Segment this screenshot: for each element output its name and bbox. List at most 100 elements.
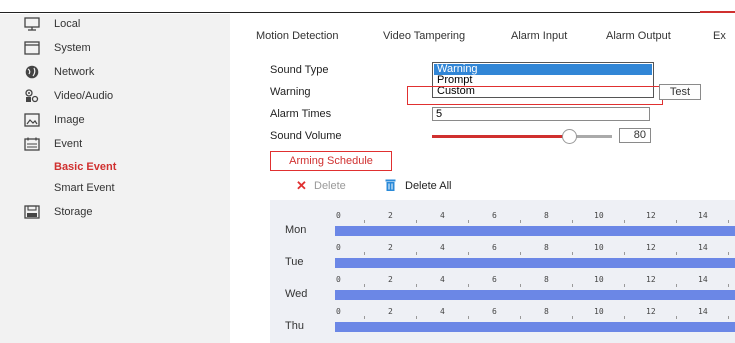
- hour-tick-label: 0: [336, 275, 341, 284]
- sidebar-subitem-label: Basic Event: [54, 161, 117, 173]
- trash-icon: [385, 179, 396, 191]
- hour-tick-mark: [572, 252, 573, 255]
- sidebar-subitem-label: Smart Event: [54, 182, 115, 194]
- sidebar: Local System Network Video/Audio Image E…: [0, 14, 230, 343]
- hour-tick-mark: [520, 220, 521, 223]
- hour-tick-label: 14: [698, 243, 708, 252]
- hour-tick-label: 4: [440, 307, 445, 316]
- sidebar-item-label: Storage: [54, 206, 93, 218]
- volume-slider-handle[interactable]: [562, 129, 577, 144]
- hour-tick-mark: [728, 284, 729, 287]
- sound-volume-field[interactable]: 80: [619, 128, 651, 143]
- tab-exception[interactable]: Ex: [713, 30, 726, 42]
- sidebar-item-system[interactable]: System: [0, 36, 230, 60]
- sound-volume-label: Sound Volume: [270, 130, 342, 142]
- video-audio-icon: [25, 89, 39, 103]
- hour-tick-label: 10: [594, 275, 604, 284]
- schedule-bar-wed[interactable]: [335, 290, 735, 300]
- day-label-wed: Wed: [285, 288, 308, 300]
- hour-tick-mark: [468, 284, 469, 287]
- delete-x-icon: ✕: [296, 178, 307, 193]
- hour-tick-label: 10: [594, 243, 604, 252]
- hour-tick-mark: [416, 284, 417, 287]
- day-label-thu: Thu: [285, 320, 304, 332]
- arming-schedule-tab[interactable]: Arming Schedule: [270, 151, 392, 171]
- hour-tick-mark: [416, 220, 417, 223]
- sidebar-item-image[interactable]: Image: [0, 108, 230, 132]
- sidebar-item-network[interactable]: Network: [0, 60, 230, 84]
- hour-tick-label: 8: [544, 275, 549, 284]
- hour-tick-label: 10: [594, 307, 604, 316]
- hour-tick-label: 14: [698, 275, 708, 284]
- hour-tick-mark: [468, 316, 469, 319]
- sidebar-item-label: Event: [54, 138, 83, 150]
- sound-type-label: Sound Type: [270, 64, 329, 76]
- hour-tick-label: 2: [388, 211, 393, 220]
- hour-tick-mark: [416, 316, 417, 319]
- hour-tick-label: 0: [336, 243, 341, 252]
- delete-all-button[interactable]: Delete All: [405, 180, 451, 192]
- hour-tick-mark: [624, 284, 625, 287]
- hour-tick-mark: [364, 252, 365, 255]
- hour-tick-label: 8: [544, 307, 549, 316]
- sidebar-item-label: Network: [54, 66, 95, 78]
- tab-video-tampering[interactable]: Video Tampering: [383, 30, 465, 42]
- sidebar-item-event[interactable]: Event: [0, 132, 230, 156]
- schedule-bar-tue[interactable]: [335, 258, 735, 268]
- hour-tick-mark: [676, 252, 677, 255]
- system-icon: [24, 41, 40, 55]
- warning-label: Warning: [270, 86, 311, 98]
- hour-tick-mark: [728, 316, 729, 319]
- sidebar-item-label: Local: [54, 18, 81, 30]
- sidebar-subitem-basic-event[interactable]: Basic Event: [0, 155, 230, 179]
- hour-tick-label: 6: [492, 275, 497, 284]
- delete-button[interactable]: Delete: [314, 180, 346, 192]
- hour-tick-mark: [572, 316, 573, 319]
- hour-tick-mark: [624, 220, 625, 223]
- sidebar-subitem-smart-event[interactable]: Smart Event: [0, 177, 230, 199]
- hour-tick-label: 8: [544, 211, 549, 220]
- tab-alarm-input[interactable]: Alarm Input: [511, 30, 567, 42]
- schedule-bar-mon[interactable]: [335, 226, 735, 236]
- hour-tick-label: 0: [336, 211, 341, 220]
- storage-icon: [24, 205, 40, 219]
- hour-tick-label: 4: [440, 211, 445, 220]
- hour-tick-label: 4: [440, 275, 445, 284]
- image-icon: [24, 113, 40, 127]
- hour-tick-label: 10: [594, 211, 604, 220]
- hour-tick-label: 14: [698, 211, 708, 220]
- alarm-times-label: Alarm Times: [270, 108, 332, 120]
- calendar-icon: [24, 137, 40, 151]
- hour-tick-label: 2: [388, 275, 393, 284]
- hour-tick-mark: [624, 316, 625, 319]
- volume-slider-fill: [432, 135, 568, 138]
- hour-tick-label: 0: [336, 307, 341, 316]
- hour-tick-mark: [468, 252, 469, 255]
- day-label-tue: Tue: [285, 256, 304, 268]
- sidebar-item-local[interactable]: Local: [0, 12, 230, 36]
- hour-tick-label: 14: [698, 307, 708, 316]
- hour-tick-mark: [572, 284, 573, 287]
- hour-tick-label: 12: [646, 211, 656, 220]
- hour-tick-label: 6: [492, 211, 497, 220]
- sidebar-item-label: Image: [54, 114, 85, 126]
- hour-tick-mark: [520, 252, 521, 255]
- hour-tick-mark: [416, 252, 417, 255]
- hour-tick-mark: [572, 220, 573, 223]
- hour-tick-mark: [364, 284, 365, 287]
- hour-tick-mark: [676, 220, 677, 223]
- hour-tick-label: 12: [646, 275, 656, 284]
- highlight-box: [407, 86, 663, 105]
- schedule-bar-thu[interactable]: [335, 322, 735, 332]
- hour-tick-mark: [676, 316, 677, 319]
- test-button[interactable]: Test: [659, 84, 701, 100]
- sidebar-item-storage[interactable]: Storage: [0, 200, 230, 224]
- day-label-mon: Mon: [285, 224, 307, 236]
- sidebar-item-video-audio[interactable]: Video/Audio: [0, 84, 230, 108]
- hour-tick-mark: [364, 220, 365, 223]
- tab-alarm-output[interactable]: Alarm Output: [606, 30, 671, 42]
- top-accent-line: [700, 11, 735, 13]
- alarm-times-field[interactable]: 5: [432, 107, 650, 121]
- tab-motion-detection[interactable]: Motion Detection: [256, 30, 339, 42]
- hour-tick-mark: [676, 284, 677, 287]
